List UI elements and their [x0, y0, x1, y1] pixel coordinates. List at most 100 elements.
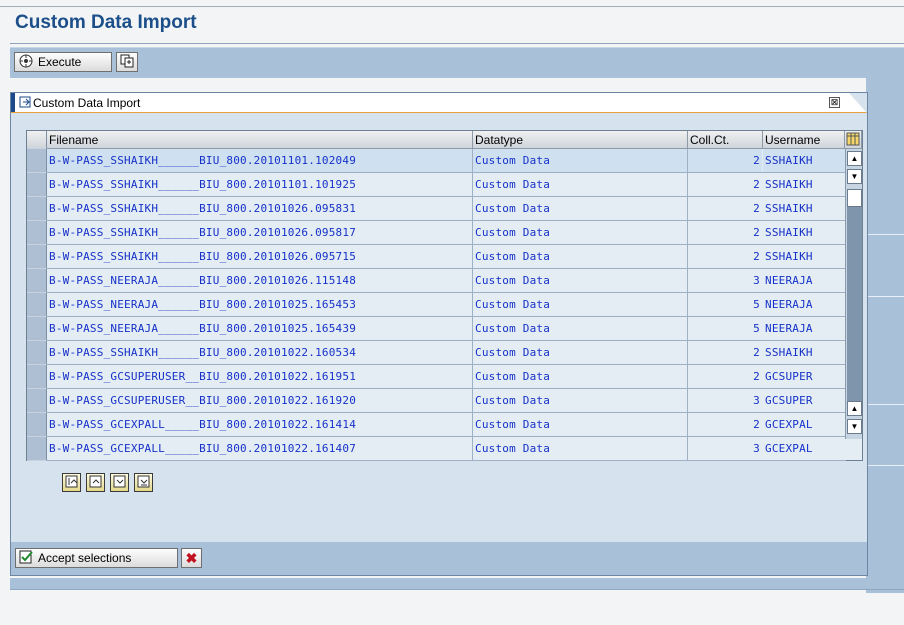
table-row[interactable]: B-W-PASS_GCEXPALL_____BIU_800.20101022.1… [47, 437, 846, 461]
row-selector[interactable] [27, 245, 47, 269]
table-row[interactable]: B-W-PASS_GCSUPERUSER__BIU_800.20101022.1… [47, 365, 846, 389]
username-cell[interactable]: SSHAIKH [763, 149, 846, 172]
select-all-cell[interactable] [27, 131, 47, 149]
datatype-cell[interactable]: Custom Data [473, 365, 688, 388]
filename-cell[interactable]: B-W-PASS_SSHAIKH______BIU_800.20101026.0… [47, 197, 473, 220]
coll-ct-cell[interactable]: 2 [688, 413, 762, 436]
row-selector[interactable] [27, 293, 47, 317]
table-row[interactable]: B-W-PASS_SSHAIKH______BIU_800.20101026.0… [47, 197, 846, 221]
datatype-cell[interactable]: Custom Data [473, 173, 688, 196]
username-cell[interactable]: GCEXPAL [763, 413, 846, 436]
username-cell[interactable]: SSHAIKH [763, 197, 846, 220]
filename-cell[interactable]: B-W-PASS_NEERAJA______BIU_800.20101026.1… [47, 269, 473, 292]
coll-ct-cell[interactable]: 2 [688, 149, 762, 172]
datatype-cell[interactable]: Custom Data [473, 269, 688, 292]
row-selector[interactable] [27, 197, 47, 221]
table-row[interactable]: B-W-PASS_SSHAIKH______BIU_800.20101026.0… [47, 221, 846, 245]
table-row[interactable]: B-W-PASS_SSHAIKH______BIU_800.20101026.0… [47, 245, 846, 269]
datatype-cell[interactable]: Custom Data [473, 293, 688, 316]
filename-cell[interactable]: B-W-PASS_SSHAIKH______BIU_800.20101026.0… [47, 245, 473, 268]
username-cell[interactable]: NEERAJA [763, 317, 846, 340]
coll-ct-cell[interactable]: 2 [688, 245, 762, 268]
coll-ct-cell[interactable]: 2 [688, 173, 762, 196]
username-cell[interactable]: GCEXPAL [763, 437, 846, 460]
username-cell[interactable]: NEERAJA [763, 269, 846, 292]
coll-ct-cell[interactable]: 3 [688, 437, 762, 460]
coll-ct-cell[interactable]: 3 [688, 389, 762, 412]
column-header-datatype[interactable]: Datatype [473, 131, 688, 149]
datatype-cell[interactable]: Custom Data [473, 221, 688, 244]
filename-cell[interactable]: B-W-PASS_NEERAJA______BIU_800.20101025.1… [47, 317, 473, 340]
datatype-cell[interactable]: Custom Data [473, 197, 688, 220]
previous-page-button[interactable] [86, 473, 105, 492]
row-selector[interactable] [27, 173, 47, 197]
datatype-cell[interactable]: Custom Data [473, 149, 688, 172]
next-page-button[interactable] [110, 473, 129, 492]
datatype-cell[interactable]: Custom Data [473, 245, 688, 268]
row-selector[interactable] [27, 149, 47, 173]
first-page-button[interactable] [62, 473, 81, 492]
scroll-up-button[interactable]: ▲ [847, 401, 862, 416]
table-row[interactable]: B-W-PASS_SSHAIKH______BIU_800.20101101.1… [47, 173, 846, 197]
execute-button[interactable]: Execute [14, 52, 112, 72]
table-row[interactable]: B-W-PASS_NEERAJA______BIU_800.20101025.1… [47, 293, 846, 317]
scroll-down-button[interactable]: ▼ [847, 169, 862, 184]
filename-cell[interactable]: B-W-PASS_NEERAJA______BIU_800.20101025.1… [47, 293, 473, 316]
table-row[interactable]: B-W-PASS_SSHAIKH______BIU_800.20101101.1… [47, 149, 846, 173]
filename-cell[interactable]: B-W-PASS_GCEXPALL_____BIU_800.20101022.1… [47, 413, 473, 436]
coll-ct-cell[interactable]: 3 [688, 269, 762, 292]
filename-cell[interactable]: B-W-PASS_SSHAIKH______BIU_800.20101026.0… [47, 221, 473, 244]
accept-selections-button[interactable]: Accept selections [15, 548, 178, 568]
row-selector[interactable] [27, 221, 47, 245]
filename-cell[interactable]: B-W-PASS_GCSUPERUSER__BIU_800.20101022.1… [47, 389, 473, 412]
scroll-up-button[interactable]: ▲ [847, 151, 862, 166]
coll-ct-cell[interactable]: 5 [688, 293, 762, 316]
datatype-cell[interactable]: Custom Data [473, 389, 688, 412]
row-selector[interactable] [27, 269, 47, 293]
scroll-thumb[interactable] [847, 189, 862, 207]
row-selector[interactable] [27, 365, 47, 389]
last-page-button[interactable] [134, 473, 153, 492]
coll-ct-cell[interactable]: 2 [688, 221, 762, 244]
username-cell[interactable]: SSHAIKH [763, 245, 846, 268]
row-selector[interactable] [27, 389, 47, 413]
column-header-filename[interactable]: Filename [47, 131, 473, 149]
datatype-cell[interactable]: Custom Data [473, 317, 688, 340]
coll-ct-cell[interactable]: 2 [688, 197, 762, 220]
username-cell[interactable]: SSHAIKH [763, 341, 846, 364]
filename-cell[interactable]: B-W-PASS_SSHAIKH______BIU_800.20101101.1… [47, 149, 473, 172]
username-cell[interactable]: GCSUPER [763, 365, 846, 388]
table-row[interactable]: B-W-PASS_SSHAIKH______BIU_800.20101022.1… [47, 341, 846, 365]
scroll-down-button[interactable]: ▼ [847, 419, 862, 434]
row-selector[interactable] [27, 437, 47, 461]
row-selector[interactable] [27, 317, 47, 341]
column-header-username[interactable]: Username [763, 131, 845, 149]
table-row[interactable]: B-W-PASS_GCEXPALL_____BIU_800.20101022.1… [47, 413, 846, 437]
username-cell[interactable]: SSHAIKH [763, 173, 846, 196]
table-settings-button[interactable] [845, 131, 862, 149]
datatype-cell[interactable]: Custom Data [473, 413, 688, 436]
coll-ct-cell[interactable]: 2 [688, 341, 762, 364]
table-row[interactable]: B-W-PASS_NEERAJA______BIU_800.20101026.1… [47, 269, 846, 293]
filename-cell[interactable]: B-W-PASS_SSHAIKH______BIU_800.20101022.1… [47, 341, 473, 364]
row-selector[interactable] [27, 341, 47, 365]
filename-cell[interactable]: B-W-PASS_GCEXPALL_____BIU_800.20101022.1… [47, 437, 473, 460]
datatype-cell[interactable]: Custom Data [473, 341, 688, 364]
filename-cell[interactable]: B-W-PASS_SSHAIKH______BIU_800.20101101.1… [47, 173, 473, 196]
coll-ct-cell[interactable]: 2 [688, 365, 762, 388]
username-cell[interactable]: GCSUPER [763, 389, 846, 412]
filename-cell[interactable]: B-W-PASS_GCSUPERUSER__BIU_800.20101022.1… [47, 365, 473, 388]
column-header-coll-ct[interactable]: Coll.Ct. [688, 131, 763, 149]
datatype-cell[interactable]: Custom Data [473, 437, 688, 460]
table-vertical-scrollbar[interactable]: ▲ ▼ ▲ ▼ [845, 149, 862, 439]
table-row[interactable]: B-W-PASS_NEERAJA______BIU_800.20101025.1… [47, 317, 846, 341]
scroll-track[interactable] [847, 207, 862, 409]
cancel-button[interactable]: ✖ [181, 548, 202, 568]
table-row[interactable]: B-W-PASS_GCSUPERUSER__BIU_800.20101022.1… [47, 389, 846, 413]
username-cell[interactable]: SSHAIKH [763, 221, 846, 244]
row-selector[interactable] [27, 413, 47, 437]
coll-ct-cell[interactable]: 5 [688, 317, 762, 340]
get-variant-button[interactable] [116, 52, 138, 72]
close-icon[interactable]: ⊠ [829, 97, 840, 108]
username-cell[interactable]: NEERAJA [763, 293, 846, 316]
